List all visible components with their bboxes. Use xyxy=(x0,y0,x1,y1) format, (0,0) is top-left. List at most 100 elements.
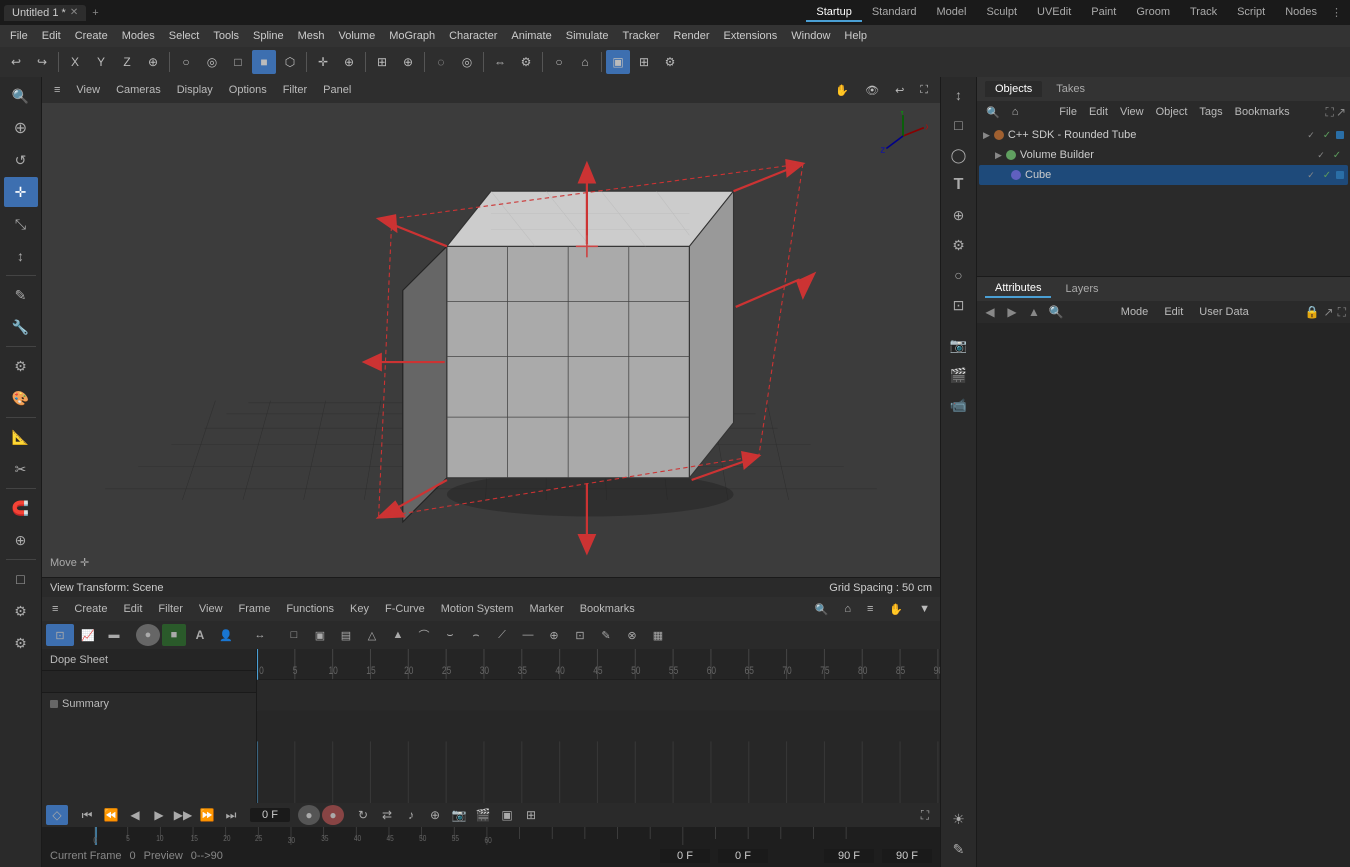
sidebar-poly-pen[interactable]: ✎ xyxy=(4,280,38,310)
attr-mode-menu[interactable]: Mode xyxy=(1115,305,1155,319)
sidebar-measure[interactable]: 📐 xyxy=(4,422,38,452)
menu-mesh[interactable]: Mesh xyxy=(292,29,331,43)
extra-btn[interactable]: ▣ xyxy=(496,805,518,825)
sidebar-select-tool[interactable]: 🔍 xyxy=(4,81,38,111)
attr-edit-menu[interactable]: Edit xyxy=(1158,305,1189,319)
tl-dopesheet-btn[interactable]: ⊡ xyxy=(46,624,74,646)
sidebar-plugins[interactable]: ⚙ xyxy=(4,628,38,658)
tl-key-menu[interactable]: Key xyxy=(344,602,375,616)
rs-text-btn[interactable]: T xyxy=(944,171,974,199)
sidebar-transform[interactable]: ↕ xyxy=(4,241,38,271)
attr-icon2[interactable]: ⛶ xyxy=(1338,305,1346,320)
rs-video2-btn[interactable]: 📹 xyxy=(944,391,974,419)
menu-spline[interactable]: Spline xyxy=(247,29,290,43)
obj-home-icon[interactable]: ⌂ xyxy=(1007,105,1024,119)
sidebar-extra[interactable]: ⊕ xyxy=(4,525,38,555)
gear-btn[interactable]: ⚙ xyxy=(514,50,538,74)
attr-icon1[interactable]: ↗ xyxy=(1324,305,1334,319)
tl-key2-btn[interactable]: ■ xyxy=(162,624,186,646)
next-btn[interactable]: ▶▶ xyxy=(172,805,194,825)
tl-curve1-btn[interactable]: ⌒ xyxy=(412,624,436,646)
tl-select2-btn[interactable]: ▣ xyxy=(308,624,332,646)
menu-select[interactable]: Select xyxy=(163,29,206,43)
menu-mograph[interactable]: MoGraph xyxy=(383,29,441,43)
rs-gear-btn[interactable]: ⚙ xyxy=(944,231,974,259)
menu-volume[interactable]: Volume xyxy=(333,29,382,43)
menu-file[interactable]: File xyxy=(4,29,34,43)
vol-expand[interactable]: ▶ xyxy=(995,150,1002,161)
menu-window[interactable]: Window xyxy=(785,29,836,43)
menu-help[interactable]: Help xyxy=(838,29,873,43)
tl-tool5-btn[interactable]: ▦ xyxy=(646,624,670,646)
target-tool[interactable]: ◎ xyxy=(455,50,479,74)
undo-button[interactable]: ↩ xyxy=(4,50,28,74)
workspace-tab-standard[interactable]: Standard xyxy=(862,4,927,22)
tl-functions-menu[interactable]: Functions xyxy=(280,602,340,616)
tl-filter-icon[interactable]: ≡ xyxy=(861,602,879,616)
tl-bars-btn[interactable]: ▬ xyxy=(102,624,126,646)
gear2-btn[interactable]: ⚙ xyxy=(658,50,682,74)
obj-item-sdk[interactable]: ▶ C++ SDK - Rounded Tube ✓ ✓ xyxy=(979,125,1348,145)
key-btn[interactable]: ⌂ xyxy=(573,50,597,74)
obj-item-cube[interactable]: Cube ✓ ✓ xyxy=(979,165,1348,185)
grid-btn-1[interactable]: ⊞ xyxy=(370,50,394,74)
go-start-btn[interactable]: ⏮ xyxy=(76,805,98,825)
workspace-tab-model[interactable]: Model xyxy=(926,4,976,22)
tl-fcurve-menu[interactable]: F-Curve xyxy=(379,602,431,616)
workspace-tab-sculpt[interactable]: Sculpt xyxy=(976,4,1027,22)
sidebar-scale[interactable]: ⤡ xyxy=(4,209,38,239)
mode5-button[interactable]: ⬡ xyxy=(278,50,302,74)
tab-objects[interactable]: Objects xyxy=(985,81,1042,97)
cube-vis-btn[interactable]: ✓ xyxy=(1304,168,1318,182)
viewport-btn[interactable]: ▣ xyxy=(606,50,630,74)
rs-paint-btn[interactable]: ✎ xyxy=(944,835,974,863)
tl-tool1-btn[interactable]: ⊕ xyxy=(542,624,566,646)
grid-btn-2[interactable]: ⊕ xyxy=(396,50,420,74)
scene-mode-button[interactable]: ◎ xyxy=(200,50,224,74)
coord-all-button[interactable]: ⊕ xyxy=(141,50,165,74)
vp-view-menu[interactable]: View xyxy=(70,83,106,97)
attr-forward-btn[interactable]: ▶ xyxy=(1003,303,1021,321)
rs-camera-btn[interactable]: 📷 xyxy=(944,331,974,359)
workspace-tab-startup[interactable]: Startup xyxy=(806,4,861,22)
tl-edit-menu[interactable]: Edit xyxy=(117,602,148,616)
workspace-tab-track[interactable]: Track xyxy=(1180,4,1227,22)
sidebar-move[interactable]: ✛ xyxy=(4,177,38,207)
cam-btn[interactable]: 📷 xyxy=(448,805,470,825)
rs-node-btn[interactable]: ⊕ xyxy=(944,201,974,229)
tl-bookmarks-menu[interactable]: Bookmarks xyxy=(574,602,641,616)
snap-button[interactable]: ⊕ xyxy=(337,50,361,74)
menu-edit[interactable]: Edit xyxy=(36,29,67,43)
sidebar-settings[interactable]: ⚙ xyxy=(4,596,38,626)
tl-select3-btn[interactable]: ▤ xyxy=(334,624,358,646)
circle-tool[interactable]: ◌ xyxy=(429,50,453,74)
obj-tags-menu[interactable]: Tags xyxy=(1194,105,1227,119)
tl-hand-icon[interactable]: ✋ xyxy=(883,602,909,617)
tl-curve3-btn[interactable]: ⌢ xyxy=(464,624,488,646)
tl-tool4-btn[interactable]: ⊗ xyxy=(620,624,644,646)
tab-takes[interactable]: Takes xyxy=(1046,81,1095,97)
rs-sphere-btn[interactable]: ◯ xyxy=(944,141,974,169)
grid-btn[interactable]: ⊞ xyxy=(632,50,656,74)
expand-btn[interactable]: ⛶ xyxy=(914,805,936,825)
vp-menu-icon[interactable]: ≡ xyxy=(48,83,66,97)
file-tab[interactable]: Untitled 1 * ✕ xyxy=(4,5,86,21)
tl-search-icon[interactable]: 🔍 xyxy=(809,602,835,617)
sidebar-brush[interactable]: ⚙ xyxy=(4,351,38,381)
sidebar-rotate[interactable]: ↺ xyxy=(4,145,38,175)
tl-key1-btn[interactable]: ● xyxy=(136,624,160,646)
move-tool-button[interactable]: ✛ xyxy=(311,50,335,74)
obj-item-volume[interactable]: ▶ Volume Builder ✓ ✓ xyxy=(979,145,1348,165)
menu-tools[interactable]: Tools xyxy=(207,29,245,43)
coord-x-button[interactable]: X xyxy=(63,50,87,74)
loop-btn[interactable]: ↻ xyxy=(352,805,374,825)
sidebar-magnet[interactable]: 🧲 xyxy=(4,493,38,523)
sdk-expand[interactable]: ▶ xyxy=(983,130,990,141)
sidebar-layers[interactable]: □ xyxy=(4,564,38,594)
prev-frame-btn[interactable]: ⏪ xyxy=(100,805,122,825)
sym-btn[interactable]: ⇔ xyxy=(488,50,512,74)
go-end-btn[interactable]: ⏭ xyxy=(220,805,242,825)
render-btn[interactable]: 🎬 xyxy=(472,805,494,825)
more-btn[interactable]: ⊞ xyxy=(520,805,542,825)
menu-modes[interactable]: Modes xyxy=(116,29,161,43)
